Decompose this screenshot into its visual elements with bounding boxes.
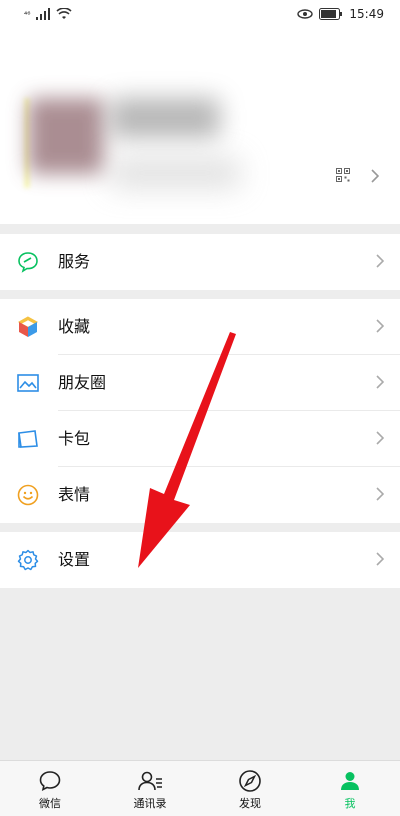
tab-discover[interactable]: 发现 bbox=[200, 761, 300, 816]
menu-item-label: 卡包 bbox=[58, 429, 91, 448]
chevron-right-icon bbox=[376, 319, 384, 333]
person-icon bbox=[341, 772, 359, 790]
smiley-icon bbox=[17, 484, 39, 506]
eye-icon bbox=[297, 9, 314, 19]
profile-header[interactable] bbox=[0, 28, 400, 224]
settings-group: 设置 bbox=[0, 532, 400, 588]
contacts-icon bbox=[138, 771, 162, 791]
menu-item-card-wallet[interactable]: 卡包 bbox=[0, 411, 400, 467]
bottom-tab-bar: 微信 通讯录 发现 我 bbox=[0, 760, 400, 816]
cube-icon bbox=[17, 316, 39, 337]
service-group: 服务 bbox=[0, 234, 400, 290]
profile-id-blurred bbox=[110, 158, 240, 188]
tab-label: 我 bbox=[344, 797, 356, 810]
menu-item-settings[interactable]: 设置 bbox=[0, 532, 400, 588]
menu-item-label: 表情 bbox=[58, 485, 91, 504]
chevron-right-icon bbox=[371, 169, 379, 183]
menu-item-label: 收藏 bbox=[58, 317, 91, 336]
menu-item-label: 朋友圈 bbox=[58, 373, 107, 392]
menu-item-label: 设置 bbox=[58, 550, 91, 569]
profile-name-blurred bbox=[110, 98, 220, 138]
wallet-icon bbox=[18, 430, 38, 448]
chat-bubble-icon bbox=[39, 771, 61, 791]
chevron-right-icon bbox=[376, 487, 384, 501]
qr-code-icon[interactable] bbox=[336, 168, 350, 182]
menu-item-moments[interactable]: 朋友圈 bbox=[0, 355, 400, 411]
tab-chats[interactable]: 微信 bbox=[0, 761, 100, 816]
battery-icon bbox=[319, 8, 343, 20]
compass-icon bbox=[239, 770, 261, 792]
signal-text: ⁴⁶ bbox=[24, 9, 31, 19]
tab-label: 通讯录 bbox=[133, 797, 167, 810]
tab-contacts[interactable]: 通讯录 bbox=[100, 761, 200, 816]
main-menu-group: 收藏 朋友圈 卡包 表情 bbox=[0, 299, 400, 523]
wifi-icon bbox=[56, 8, 72, 19]
tab-label: 发现 bbox=[239, 797, 261, 810]
status-right: 15:49 bbox=[297, 7, 384, 21]
avatar[interactable] bbox=[28, 98, 104, 174]
chevron-right-icon bbox=[376, 254, 384, 268]
chevron-right-icon bbox=[376, 431, 384, 445]
menu-item-favorites[interactable]: 收藏 bbox=[0, 299, 400, 355]
service-icon bbox=[18, 252, 38, 273]
menu-item-service[interactable]: 服务 bbox=[0, 234, 400, 290]
status-time: 15:49 bbox=[349, 7, 384, 21]
status-bar: ⁴⁶ 15:49 bbox=[0, 0, 400, 28]
chevron-right-icon bbox=[376, 375, 384, 389]
tab-me[interactable]: 我 bbox=[300, 761, 400, 816]
status-left: ⁴⁶ bbox=[24, 8, 72, 20]
menu-item-stickers[interactable]: 表情 bbox=[0, 467, 400, 523]
menu-item-label: 服务 bbox=[58, 252, 91, 271]
image-icon bbox=[17, 374, 39, 392]
chevron-right-icon bbox=[376, 552, 384, 566]
signal-icon bbox=[36, 8, 51, 20]
gear-icon bbox=[17, 549, 39, 571]
tab-label: 微信 bbox=[39, 797, 61, 810]
